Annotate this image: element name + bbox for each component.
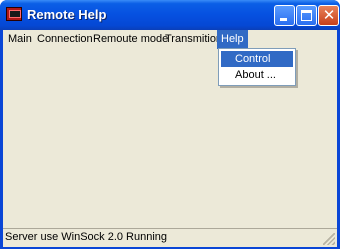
minimize-button[interactable] [274,5,295,26]
help-dropdown-menu: Control About ... [218,48,296,86]
client-area: Main Connection Remoute mode Transmition… [3,30,337,247]
maximize-button[interactable] [296,5,317,26]
close-button[interactable]: ✕ [318,5,339,26]
app-icon[interactable] [6,7,22,21]
close-icon: ✕ [322,6,336,24]
menu-item-about[interactable]: About ... [221,67,293,83]
menu-main[interactable]: Main [4,30,36,49]
menu-help[interactable]: Help [217,30,248,49]
minimize-icon [280,18,287,21]
status-bar: Server use WinSock 2.0 Running [3,228,337,247]
status-text: Server use WinSock 2.0 Running [5,231,168,243]
maximize-icon [301,10,312,21]
title-bar[interactable]: Remote Help ✕ [0,0,340,30]
menu-connection[interactable]: Connection [33,30,97,49]
resize-grip-icon[interactable] [323,233,335,245]
menu-remoute-mode[interactable]: Remoute mode [89,30,172,49]
menu-item-control[interactable]: Control [221,51,293,67]
menu-bar: Main Connection Remoute mode Transmition… [3,30,337,49]
app-window: Remote Help ✕ Main Connection Remoute mo… [0,0,340,249]
window-title: Remote Help [27,7,107,22]
